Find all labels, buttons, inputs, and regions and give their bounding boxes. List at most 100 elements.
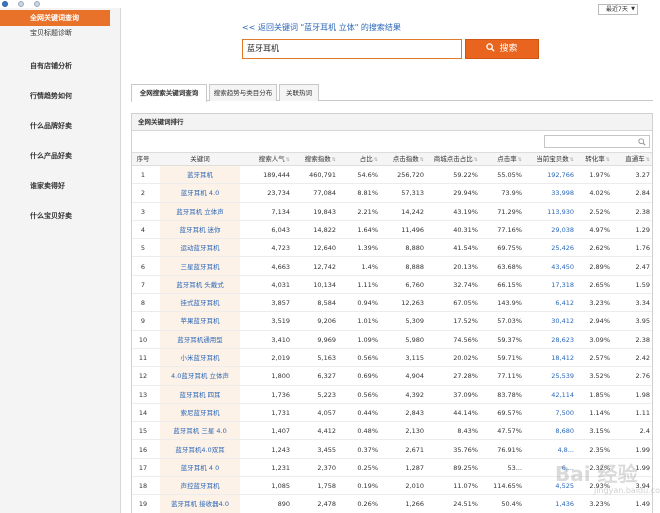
keyword-link[interactable]: 4.0蓝牙耳机 立体声 (160, 367, 240, 385)
table-cell: 1,266 (405, 500, 424, 509)
table-row[interactable]: 16 蓝牙耳机4.0双耳 1,243 3,455 0.37% 2,671 35.76% 76.… (132, 441, 652, 459)
table-cell: 1,731 (271, 408, 290, 417)
item-count-link[interactable]: 29,038 (524, 221, 574, 239)
table-cell: 14,242 (401, 207, 424, 216)
sidebar-item-brand[interactable]: 什么品牌好卖 (0, 118, 120, 134)
table-row[interactable]: 15 蓝牙耳机 三星 4.0 1,407 4,412 0.48% 2,130 8.43% 47… (132, 422, 652, 441)
table-row[interactable]: 4 蓝牙耳机 迷你 6,043 14,822 1.64% 11,496 40.31% 77.1… (132, 221, 652, 240)
table-cell: 6,043 (271, 225, 290, 234)
item-count-link[interactable]: 113,930 (524, 203, 574, 221)
column-header[interactable]: 直通车⇅ (612, 153, 650, 166)
column-header[interactable]: 搜索指数⇅ (292, 153, 336, 166)
keyword-link[interactable]: 索尼蓝牙耳机 (160, 404, 240, 422)
column-header[interactable]: 当前宝贝数⇅ (524, 153, 574, 166)
table-row[interactable]: 6 三星蓝牙耳机 4,663 12,742 1.4% 8,888 20.13% 63.68% 4… (132, 258, 652, 276)
item-count-link[interactable]: 28,623 (524, 331, 574, 349)
search-button[interactable]: 搜索 (465, 39, 539, 59)
column-header[interactable]: 占比⇅ (338, 153, 378, 166)
table-row[interactable]: 7 蓝牙耳机 头戴式 4,031 10,134 1.11% 6,760 32.74% 66.1… (132, 276, 652, 295)
keyword-link[interactable]: 蓝牙耳机 迷你 (160, 221, 240, 239)
table-row[interactable]: 1 蓝牙耳机 189,444 460,791 54.6% 256,720 59.22% 55.… (132, 166, 652, 185)
table-cell: 2.4 (639, 427, 650, 436)
filter-input[interactable] (544, 135, 650, 148)
sidebar-item-trend[interactable]: 行情趋势如何 (0, 88, 120, 104)
item-count-link[interactable]: 18,412 (524, 349, 574, 367)
table-cell: 10,134 (313, 280, 336, 289)
table-row[interactable]: 19 蓝牙耳机 接收器4.0 890 2,478 0.26% 1,266 24.51% 50.… (132, 495, 652, 513)
keyword-link[interactable]: 蓝牙耳机 4.0 (160, 184, 240, 202)
item-count-link[interactable]: 8,680 (524, 422, 574, 440)
search-icon (486, 43, 496, 52)
item-count-link[interactable]: 192,766 (524, 166, 574, 184)
item-count-link[interactable]: 4,8... (524, 441, 574, 459)
keyword-link[interactable]: 蓝牙耳机4.0双耳 (160, 441, 240, 459)
tab-trend-category[interactable]: 搜索趋势与类目分布 (209, 84, 277, 101)
item-count-link[interactable]: 17,318 (524, 276, 574, 294)
item-count-link[interactable]: 25,426 (524, 239, 574, 257)
back-to-results-link[interactable]: << 返回关键词 "蓝牙耳机 立体" 的搜索结果 (242, 22, 401, 33)
item-count-link[interactable]: 33,998 (524, 184, 574, 202)
table-cell: 0.25% (357, 463, 378, 472)
table-row[interactable]: 11 小米蓝牙耳机 2,019 5,163 0.56% 3,115 20.02% 59.71%… (132, 349, 652, 368)
item-count-link[interactable]: 25,539 (524, 367, 574, 385)
table-cell: 20.02% (453, 354, 478, 362)
table-row[interactable]: 2 蓝牙耳机 4.0 23,734 77,084 8.81% 57,313 29.94% 73… (132, 184, 652, 203)
table-cell: 8.43% (457, 427, 478, 436)
tab-keyword-query[interactable]: 全网搜索关键词查询 (131, 84, 207, 102)
date-range-select[interactable]: 最近7天 ▼ (598, 4, 638, 15)
table-row[interactable]: 14 索尼蓝牙耳机 1,731 4,057 0.44% 2,843 44.14% 69.57%… (132, 404, 652, 423)
keyword-link[interactable]: 运动蓝牙耳机 (160, 239, 240, 257)
keyword-link[interactable]: 蓝牙耳机通用型 (160, 331, 240, 349)
item-count-link[interactable]: 42,114 (524, 386, 574, 404)
table-row[interactable]: 9 苹果蓝牙耳机 3,519 9,206 1.01% 5,309 17.52% 57.03% 3… (132, 312, 652, 331)
column-header[interactable]: 转化率⇅ (576, 153, 610, 166)
table-cell: 2.42 (635, 354, 650, 362)
column-header[interactable]: 商城点击占比⇅ (426, 153, 478, 166)
keyword-link[interactable]: 三星蓝牙耳机 (160, 258, 240, 276)
table-row[interactable]: 5 运动蓝牙耳机 4,723 12,640 1.39% 8,880 41.54% 69.75%… (132, 239, 652, 258)
keyword-link[interactable]: 挂式蓝牙耳机 (160, 294, 240, 312)
item-count-link[interactable]: 30,412 (524, 312, 574, 330)
table-cell: 11.07% (453, 482, 478, 491)
sidebar-item-product[interactable]: 什么产品好卖 (0, 148, 120, 164)
keyword-link[interactable]: 小米蓝牙耳机 (160, 349, 240, 367)
sidebar-item-shop-analysis[interactable]: 自有店铺分析 (0, 58, 120, 74)
keyword-link[interactable]: 蓝牙耳机 立体声 (160, 203, 240, 221)
table-cell: 69.57% (497, 408, 522, 417)
item-count-link[interactable]: 7,500 (524, 404, 574, 422)
sidebar-item-item[interactable]: 什么宝贝好卖 (0, 208, 120, 224)
keyword-link[interactable]: 蓝牙耳机 4 0 (160, 459, 240, 477)
table-cell: 6,327 (317, 372, 336, 381)
table-row[interactable]: 10 蓝牙耳机通用型 3,410 9,969 1.09% 5,980 74.56% 59.37… (132, 331, 652, 349)
sidebar-item-title-diagnosis[interactable]: 宝贝标题诊断 (0, 25, 120, 41)
keyword-link[interactable]: 蓝牙耳机 头戴式 (160, 276, 240, 294)
table-cell: 9 (140, 317, 146, 326)
keyword-link[interactable]: 蓝牙耳机 接收器4.0 (160, 495, 240, 513)
column-header[interactable]: 点击率⇅ (480, 153, 522, 166)
keyword-link[interactable]: 蓝牙耳机 四耳 (160, 386, 240, 404)
item-count-link[interactable]: 1,436 (524, 495, 574, 513)
table-cell: 1.99 (635, 445, 650, 454)
keyword-link[interactable]: 蓝牙耳机 三星 4.0 (160, 422, 240, 440)
column-header-label: 占比 (359, 155, 373, 163)
sidebar-item-seller[interactable]: 谁家卖得好 (0, 178, 120, 194)
table-cell: 11 (138, 354, 148, 362)
table-row[interactable]: 3 蓝牙耳机 立体声 7,134 19,843 2.21% 14,242 43.19% 71.… (132, 203, 652, 221)
sidebar-item-keyword-query[interactable]: 全网关键词查询 (0, 10, 110, 26)
table-row[interactable]: 8 挂式蓝牙耳机 3,857 8,584 0.94% 12,263 67.05% 143.9%… (132, 294, 652, 313)
table-cell: 1.98 (635, 390, 650, 399)
sort-icon: ⇅ (473, 157, 478, 163)
table-row[interactable]: 12 4.0蓝牙耳机 立体声 1,800 6,327 0.69% 4,904 27.28% 7… (132, 367, 652, 386)
keyword-link[interactable]: 蓝牙耳机 (160, 166, 240, 184)
column-header[interactable]: 点击指数⇅ (380, 153, 424, 166)
column-header[interactable]: 搜索人气⇅ (244, 153, 290, 166)
table-row[interactable]: 13 蓝牙耳机 四耳 1,736 5,223 0.56% 4,392 37.09% 83.78… (132, 386, 652, 404)
tab-related-words[interactable]: 关联热词 (279, 84, 319, 101)
keyword-link[interactable]: 苹果蓝牙耳机 (160, 312, 240, 330)
keyword-link[interactable]: 声控蓝牙耳机 (160, 477, 240, 495)
table-cell: 66.15% (497, 280, 522, 289)
search-input[interactable]: 蓝牙耳机 (242, 39, 462, 59)
item-count-link[interactable]: 43,450 (524, 258, 574, 276)
table-cell: 4,723 (271, 244, 290, 253)
item-count-link[interactable]: 6,412 (524, 294, 574, 312)
